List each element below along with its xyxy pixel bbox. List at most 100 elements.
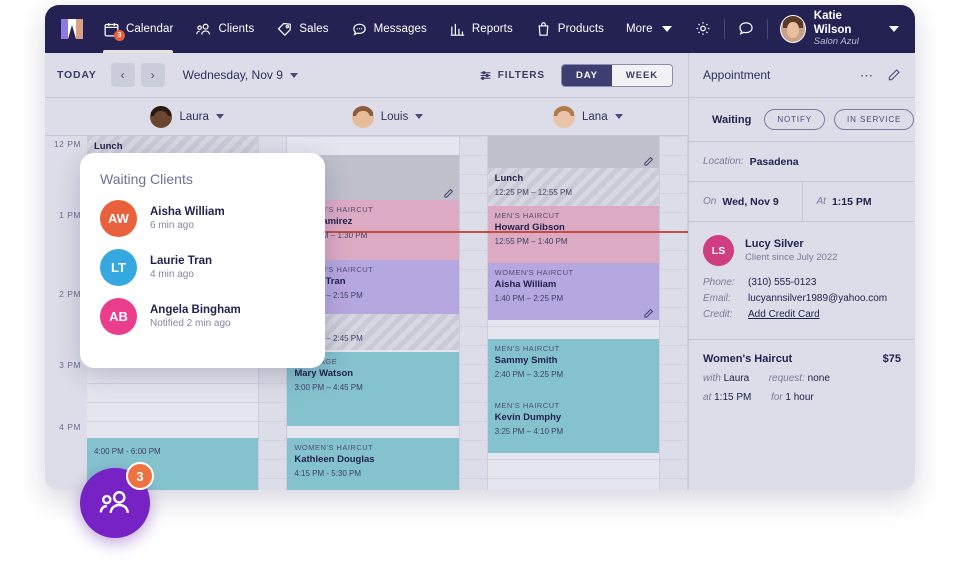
grid-line — [659, 402, 687, 403]
client-credit-row: Credit: Add Credit Card — [703, 309, 901, 320]
salon-logo-icon[interactable] — [61, 19, 83, 39]
appointment-block[interactable] — [487, 136, 659, 168]
appointment-time: 3:25 PM – 4:10 PM — [494, 427, 564, 436]
gear-icon[interactable] — [694, 19, 712, 38]
in-service-button[interactable]: IN SERVICE — [834, 109, 915, 130]
time-label: 4 PM — [59, 422, 81, 432]
grid-line — [459, 459, 487, 460]
next-day-button[interactable]: › — [140, 63, 165, 87]
time-label: 3 PM — [59, 360, 81, 370]
grid-line — [659, 193, 687, 194]
grid-line — [659, 440, 687, 441]
grid-line — [259, 383, 287, 384]
grid-line — [659, 212, 687, 213]
waiting-client-name: Laurie Tran — [150, 255, 212, 267]
appointment-time: 12:25 PM – 12:55 PM — [494, 188, 573, 197]
edit-appointment-icon[interactable] — [443, 186, 454, 198]
client-summary[interactable]: LS Lucy Silver Client since July 2022 — [703, 235, 901, 266]
email-value: lucyannsilver1989@yahoo.com — [748, 293, 888, 304]
nav-divider — [723, 18, 725, 39]
client-email-row: Email: lucyannsilver1989@yahoo.com — [703, 293, 901, 304]
message-bubble-icon[interactable] — [737, 19, 755, 38]
grid-line — [459, 155, 487, 156]
service-at-value: 1:15 PM — [714, 392, 752, 403]
staff-header-louis[interactable]: Louis — [287, 98, 487, 135]
add-credit-card-link[interactable]: Add Credit Card — [748, 309, 820, 320]
waiting-client-item[interactable]: LT Laurie Tran 4 min ago — [100, 249, 305, 286]
prev-day-button[interactable]: ‹ — [110, 63, 135, 87]
user-salon: Salon Azul — [813, 35, 859, 47]
appointment-client: Kevin Dumphy — [494, 412, 562, 423]
nav-item-calendar[interactable]: 3 Calendar — [103, 5, 174, 53]
waiting-client-avatar: AB — [100, 298, 137, 335]
with-value: Laura — [723, 373, 750, 384]
location-value: Pasadena — [749, 155, 799, 168]
current-date-label: Wednesday, Nov 9 — [182, 68, 283, 82]
grid-line — [659, 136, 687, 137]
grid-line — [659, 250, 687, 251]
edit-appointment-icon[interactable] — [643, 154, 654, 166]
grid-line — [659, 307, 687, 308]
calendar-column-lana[interactable]: Lunch 12:25 PM – 12:55 PM MEN'S HAIRCUT How… — [487, 136, 660, 490]
waiting-clients-fab[interactable]: 3 — [80, 462, 154, 538]
nav-item-messages[interactable]: Messages — [351, 5, 427, 53]
request-label: request: — [768, 373, 805, 384]
grid-line — [459, 307, 487, 308]
appointment-service: MEN'S HAIRCUT — [494, 211, 560, 220]
bag-icon — [535, 21, 552, 38]
more-dots-icon[interactable]: ⋯ — [860, 69, 874, 82]
chevron-down-icon — [289, 72, 298, 78]
user-menu[interactable]: Katie Wilson Salon Azul — [779, 10, 900, 47]
appointment-time: 4:15 PM - 5:30 PM — [294, 469, 362, 478]
appointment-block[interactable]: WOMEN'S HAIRCUT Kathleen Douglas 4:15 PM -… — [287, 438, 459, 490]
grid-line — [659, 345, 687, 346]
tag-icon — [276, 21, 293, 38]
panel-client-section: LS Lucy Silver Client since July 2022 Ph… — [689, 222, 915, 340]
grid-line — [659, 364, 687, 365]
today-button[interactable]: TODAY — [57, 69, 97, 81]
appointment-time: 3:00 PM – 4:45 PM — [294, 383, 363, 392]
grid-line — [259, 136, 287, 137]
staff-name: Louis — [380, 110, 409, 123]
filters-button[interactable]: FILTERS — [479, 69, 545, 82]
toolbar-right: FILTERS DAY WEEK — [479, 63, 673, 87]
nav-item-products[interactable]: Products — [535, 5, 604, 53]
at-value: 1:15 PM — [831, 195, 872, 208]
waiting-client-item[interactable]: AW Aisha William 6 min ago — [100, 200, 305, 237]
grid-line — [459, 326, 487, 327]
appointment-client: Mary Watson — [294, 368, 354, 379]
staff-header-laura[interactable]: Laura — [87, 98, 287, 135]
waiting-client-text: Laurie Tran 4 min ago — [150, 255, 212, 280]
view-week-button[interactable]: WEEK — [611, 64, 672, 86]
appointment-service: MEN'S HAIRCUT — [494, 344, 560, 353]
caret-down-icon — [661, 26, 672, 32]
on-value: Wed, Nov 9 — [722, 195, 779, 208]
appointment-block[interactable]: WOMEN'S HAIRCUT Aisha William 1:40 PM – 2:… — [487, 263, 659, 320]
appointment-block[interactable]: MEN'S HAIRCUT Sammy Smith 2:40 PM – 3:25 P… — [487, 339, 659, 396]
nav-item-more[interactable]: More — [626, 5, 672, 53]
nav-item-sales[interactable]: Sales — [276, 5, 329, 53]
grid-line — [459, 174, 487, 175]
waiting-client-item[interactable]: AB Angela Bingham Notified 2 min ago — [100, 298, 305, 335]
request-value: none — [807, 373, 830, 384]
pencil-icon[interactable] — [887, 68, 901, 82]
service-with-row: with Laura request: none — [703, 373, 901, 384]
nav-item-reports[interactable]: Reports — [449, 5, 513, 53]
panel-title: Appointment — [703, 68, 771, 82]
waiting-client-meta: 4 min ago — [150, 269, 194, 280]
grid-line — [659, 155, 687, 156]
grid-line — [487, 478, 659, 479]
nav-item-clients[interactable]: Clients — [195, 5, 254, 53]
view-day-button[interactable]: DAY — [562, 64, 612, 86]
appointment-block[interactable]: MEN'S HAIRCUT Howard Gibson 12:55 PM – 1:4… — [487, 206, 659, 263]
waiting-clients-list: AW Aisha William 6 min ago LT Laurie Tran 4 m… — [100, 200, 305, 335]
date-picker[interactable]: Wednesday, Nov 9 — [183, 68, 298, 82]
appointment-block[interactable]: Lunch 12:25 PM – 12:55 PM — [487, 168, 659, 206]
notify-button[interactable]: NOTIFY — [764, 109, 826, 130]
grid-line — [459, 193, 487, 194]
grid-line — [459, 402, 487, 403]
edit-appointment-icon[interactable] — [643, 306, 654, 318]
grid-line — [459, 136, 487, 137]
appointment-block[interactable]: MEN'S HAIRCUT Kevin Dumphy 3:25 PM – 4:10 … — [487, 396, 659, 453]
staff-header-lana[interactable]: Lana — [488, 98, 688, 135]
